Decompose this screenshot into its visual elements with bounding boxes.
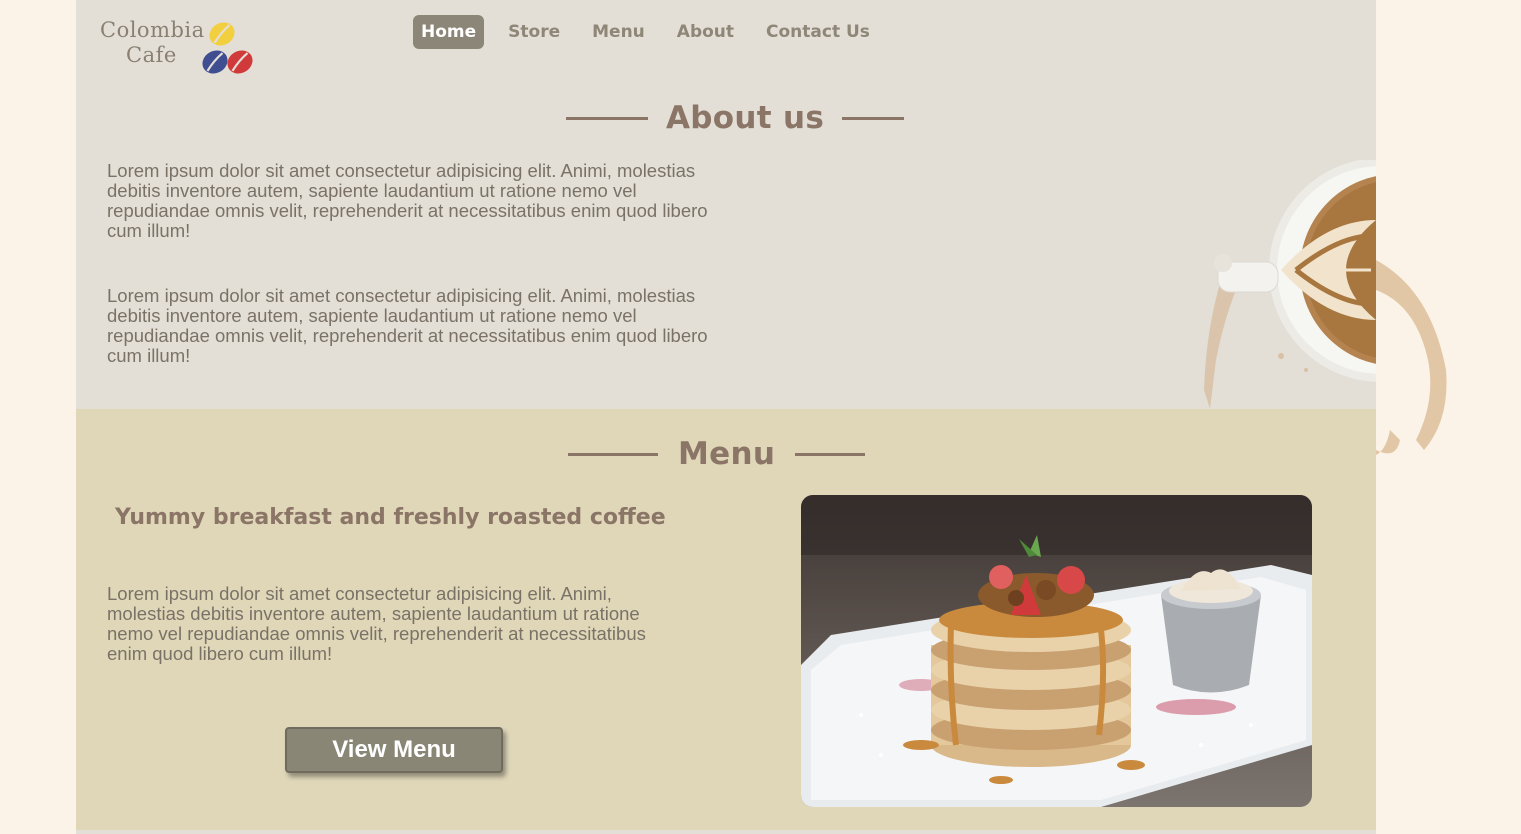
menu-paragraph: Lorem ipsum dolor sit amet consectetur a… xyxy=(107,583,646,664)
view-menu-button[interactable]: View Menu xyxy=(285,727,503,773)
latte-cup-image xyxy=(1204,160,1376,409)
heading-rule-right xyxy=(842,116,905,120)
brand-name-line2: Cafe xyxy=(126,43,177,67)
brand-logo[interactable]: Colombia Cafe xyxy=(100,18,260,74)
menu-title: Menu xyxy=(678,436,776,472)
pancakes-image xyxy=(801,495,1312,807)
pancakes-illustration xyxy=(801,495,1312,807)
heading-rule-right xyxy=(795,452,866,456)
menu-heading: Menu xyxy=(568,436,866,472)
about-paragraph-2: Lorem ipsum dolor sit amet consectetur a… xyxy=(107,285,708,366)
coffee-stain-decoration xyxy=(1376,260,1447,455)
heading-rule-left xyxy=(568,452,658,456)
menu-subheading: Yummy breakfast and freshly roasted coff… xyxy=(115,505,666,530)
page-container: Colombia Cafe Home Store Menu About Cont… xyxy=(76,0,1376,834)
nav-about[interactable]: About xyxy=(669,15,742,49)
nav-menu[interactable]: Menu xyxy=(584,15,653,49)
nav-contact[interactable]: Contact Us xyxy=(758,15,878,49)
nav-home[interactable]: Home xyxy=(413,15,485,49)
nav-store[interactable]: Store xyxy=(500,15,568,49)
about-section: Colombia Cafe Home Store Menu About Cont… xyxy=(76,0,1376,409)
coffee-beans-icon xyxy=(202,22,253,74)
main-nav: Home Store Menu About Contact Us xyxy=(413,14,894,50)
about-heading: About us xyxy=(566,100,905,136)
heading-rule-left xyxy=(566,116,648,120)
brand-name-line1: Colombia xyxy=(100,18,205,42)
footer-edge xyxy=(76,830,1376,834)
about-title: About us xyxy=(666,100,825,136)
about-paragraph-1: Lorem ipsum dolor sit amet consectetur a… xyxy=(107,160,708,241)
